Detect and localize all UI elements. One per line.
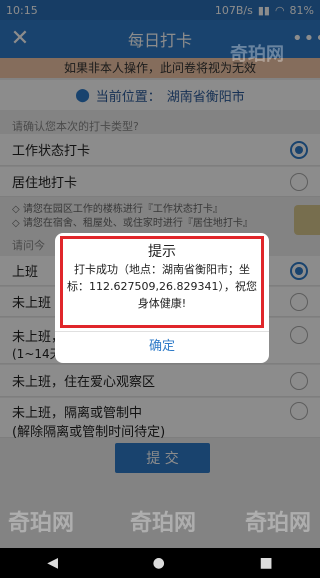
system-nav-bar: ◀ ● ■ [0, 548, 320, 578]
watermark: 奇珀网 [130, 511, 197, 536]
watermark: 奇珀网 [230, 44, 284, 65]
watermark: 奇珀网 [8, 511, 75, 536]
watermark: 奇珀网 [245, 511, 312, 536]
highlight-box [60, 236, 264, 328]
back-icon[interactable]: ◀ [47, 555, 58, 571]
dialog-divider [55, 331, 269, 332]
recents-icon[interactable]: ■ [259, 555, 272, 571]
confirm-button[interactable]: 确定 [55, 333, 269, 361]
home-icon[interactable]: ● [153, 555, 165, 571]
